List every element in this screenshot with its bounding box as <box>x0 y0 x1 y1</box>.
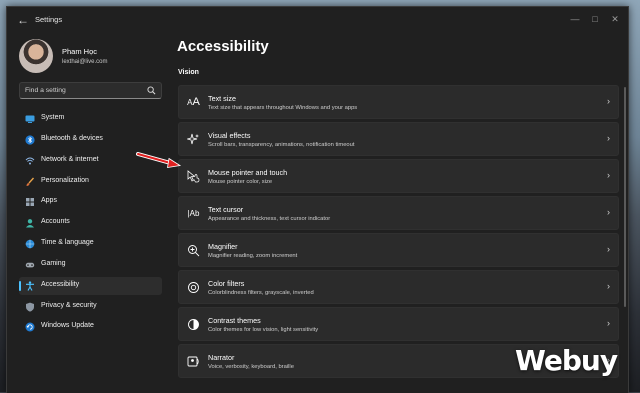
sidebar-item-accessibility[interactable]: Accessibility <box>19 277 162 295</box>
card-title: Text cursor <box>208 205 244 214</box>
narrator-icon <box>187 356 199 367</box>
setting-card-mouse-pointer[interactable]: Mouse pointer and touch Mouse pointer co… <box>178 159 619 193</box>
magnifier-icon <box>188 245 200 257</box>
card-subtitle: Magnifier reading, zoom increment <box>208 253 298 259</box>
profile-name: Pham Học <box>62 47 98 56</box>
system-icon <box>25 115 35 123</box>
globe-icon <box>25 239 35 249</box>
avatar[interactable] <box>19 39 53 73</box>
close-button[interactable]: ✕ <box>606 11 624 27</box>
settings-window: ← Settings — □ ✕ Pham Học lexthai@live.c… <box>6 6 629 393</box>
active-indicator <box>19 281 21 291</box>
sidebar-item-label: Accessibility <box>41 281 80 288</box>
section-title: Vision <box>178 69 199 76</box>
sidebar-item-label: Network & internet <box>41 156 99 163</box>
text-size-icon: AA <box>187 96 200 108</box>
sidebar-item-windows-update[interactable]: Windows Update <box>19 318 162 336</box>
chevron-right-icon: › <box>607 318 610 328</box>
card-subtitle: Color themes for low vision, light sensi… <box>208 327 319 333</box>
card-subtitle: Mouse pointer color, size <box>208 179 273 185</box>
profile-email: lexthai@live.com <box>62 59 108 65</box>
color-filters-icon <box>188 282 199 293</box>
setting-card-contrast-themes[interactable]: Contrast themes Color themes for low vis… <box>178 307 619 341</box>
card-subtitle: Appearance and thickness, text cursor in… <box>208 216 331 222</box>
card-title: Mouse pointer and touch <box>208 168 288 177</box>
chevron-right-icon: › <box>607 170 610 180</box>
contrast-icon <box>188 319 199 330</box>
sidebar-item-label: Privacy & security <box>41 302 97 309</box>
sidebar-item-personalization[interactable]: Personalization <box>19 173 162 191</box>
card-subtitle: Colorblindness filters, grayscale, inver… <box>208 290 314 296</box>
setting-card-color-filters[interactable]: Color filters Colorblindness filters, gr… <box>178 270 619 304</box>
accounts-icon <box>26 219 34 228</box>
card-subtitle: Text size that appears throughout Window… <box>208 105 358 111</box>
sidebar-item-label: Time & language <box>41 239 94 246</box>
apps-icon <box>26 198 34 206</box>
card-subtitle: Scroll bars, transparency, animations, n… <box>208 142 355 148</box>
bluetooth-icon <box>25 135 35 145</box>
sidebar-item-label: Gaming <box>41 260 66 267</box>
search-input[interactable] <box>25 85 140 96</box>
sidebar-item-bluetooth[interactable]: Bluetooth & devices <box>19 131 162 149</box>
sidebar-item-apps[interactable]: Apps <box>19 193 162 211</box>
chevron-right-icon: › <box>607 207 610 217</box>
search-icon[interactable] <box>147 86 156 95</box>
card-title: Narrator <box>208 353 235 362</box>
card-title: Color filters <box>208 279 245 288</box>
app-title: Settings <box>35 15 63 24</box>
sidebar-item-privacy[interactable]: Privacy & security <box>19 298 162 316</box>
card-subtitle: Voice, verbosity, keyboard, braille <box>208 364 294 370</box>
accessibility-icon <box>26 281 34 291</box>
search-box[interactable] <box>19 82 162 99</box>
visual-effects-icon <box>187 133 199 145</box>
sidebar-item-label: Accounts <box>41 218 70 225</box>
title-bar: ← Settings — □ ✕ <box>7 7 628 33</box>
chevron-right-icon: › <box>607 133 610 143</box>
maximize-button[interactable]: □ <box>586 11 604 27</box>
setting-card-visual-effects[interactable]: Visual effects Scroll bars, transparency… <box>178 122 619 156</box>
back-arrow-icon[interactable]: ← <box>15 12 31 28</box>
setting-card-magnifier[interactable]: Magnifier Magnifier reading, zoom increm… <box>178 233 619 267</box>
network-icon <box>25 157 35 165</box>
setting-card-text-size[interactable]: AA Text size Text size that appears thro… <box>178 85 619 119</box>
setting-card-text-cursor[interactable]: |Ab Text cursor Appearance and thickness… <box>178 196 619 230</box>
sidebar-item-label: Windows Update <box>41 322 94 329</box>
chevron-right-icon: › <box>607 281 610 291</box>
sidebar-item-label: Bluetooth & devices <box>41 135 103 142</box>
brush-icon <box>26 177 35 186</box>
sidebar-item-label: Personalization <box>41 177 89 184</box>
annotation-arrow <box>136 152 182 168</box>
gaming-icon <box>25 262 35 268</box>
shield-icon <box>26 302 34 312</box>
minimize-button[interactable]: — <box>566 11 584 27</box>
scrollbar[interactable] <box>624 87 626 307</box>
update-icon <box>25 322 35 332</box>
sidebar-item-gaming[interactable]: Gaming <box>19 256 162 274</box>
chevron-right-icon: › <box>607 96 610 106</box>
watermark-logo: Webuy <box>515 344 618 377</box>
card-title: Contrast themes <box>208 316 261 325</box>
sidebar-item-label: System <box>41 114 65 121</box>
sidebar-item-accounts[interactable]: Accounts <box>19 214 162 232</box>
sidebar-item-time-language[interactable]: Time & language <box>19 235 162 253</box>
card-title: Visual effects <box>208 131 251 140</box>
card-title: Text size <box>208 94 236 103</box>
page-title: Accessibility <box>177 38 269 55</box>
mouse-pointer-icon <box>187 170 200 183</box>
sidebar-item-label: Apps <box>41 197 57 204</box>
card-title: Magnifier <box>208 242 238 251</box>
text-cursor-icon: |Ab <box>187 209 200 218</box>
chevron-right-icon: › <box>607 244 610 254</box>
sidebar-item-system[interactable]: System <box>19 110 162 128</box>
